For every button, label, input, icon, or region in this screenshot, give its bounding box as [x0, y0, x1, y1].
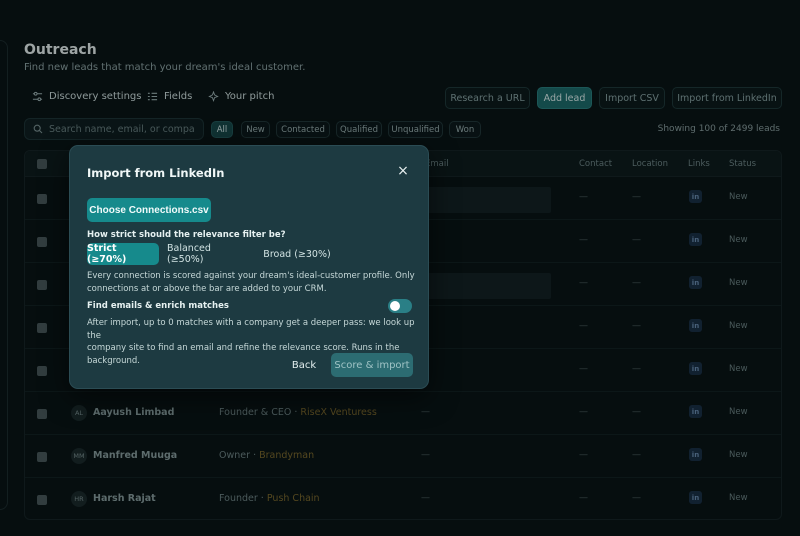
close-icon[interactable]: ×	[396, 164, 410, 178]
toggle-knob	[390, 301, 400, 311]
enrich-toggle[interactable]	[388, 299, 412, 313]
enrich-label: Find emails & enrich matches	[87, 301, 229, 311]
back-button[interactable]: Back	[288, 354, 320, 376]
strictness-description: Every connection is scored against your …	[87, 271, 415, 294]
choose-file-button[interactable]: Choose Connections.csv	[87, 198, 211, 222]
option-strict[interactable]: Strict (≥70%)	[87, 243, 159, 265]
import-linkedin-modal: Import from LinkedIn × Choose Connection…	[69, 145, 429, 389]
option-broad[interactable]: Broad (≥30%)	[262, 243, 332, 265]
strictness-question: How strict should the relevance filter b…	[87, 230, 286, 240]
modal-title: Import from LinkedIn	[87, 166, 225, 180]
option-balanced[interactable]: Balanced (≥50%)	[167, 243, 249, 265]
score-import-button[interactable]: Score & import	[331, 353, 413, 377]
